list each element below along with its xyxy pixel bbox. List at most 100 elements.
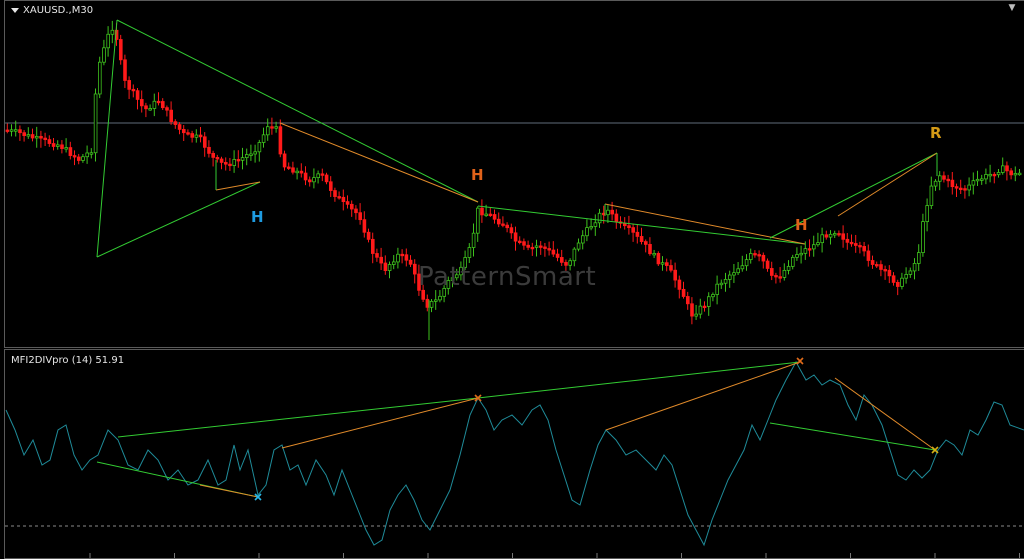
divergence-line	[281, 397, 479, 449]
bear-candle	[866, 250, 871, 261]
bear-candle	[522, 241, 526, 246]
bear-candle	[383, 262, 388, 271]
bull-candle	[89, 152, 94, 155]
bull-candle	[253, 151, 258, 155]
bear-candle	[644, 241, 648, 245]
bull-candle	[585, 227, 589, 237]
bear-candle	[505, 224, 509, 229]
bear-candle	[144, 105, 148, 110]
bear-candle	[875, 264, 879, 267]
bear-candle	[354, 208, 358, 214]
bear-candle	[665, 262, 669, 266]
bear-candle	[753, 253, 757, 256]
bull-candle	[698, 305, 703, 315]
bear-candle	[51, 143, 56, 147]
bear-candle	[942, 175, 946, 180]
bear-candle	[627, 225, 631, 229]
bull-candle	[261, 134, 266, 143]
bull-candle	[240, 157, 245, 161]
bear-candle	[765, 260, 770, 269]
bear-candle	[946, 178, 950, 182]
bear-candle	[291, 167, 295, 173]
bear-candle	[379, 256, 383, 264]
bear-candle	[686, 296, 690, 305]
bear-candle	[324, 174, 329, 183]
bull-candle	[106, 33, 111, 49]
bear-candle	[425, 298, 430, 308]
bear-candle	[219, 158, 224, 163]
bear-candle	[345, 201, 350, 205]
chart-window: XAUUSD.,M30 MFI2DIVpro (14) 51.91 Patter…	[0, 0, 1024, 559]
bear-candle	[959, 187, 963, 191]
bull-candle	[988, 173, 992, 177]
bear-candle	[518, 240, 522, 244]
divergence-line	[477, 361, 801, 399]
bear-candle	[778, 276, 782, 279]
bull-candle	[728, 274, 732, 280]
bull-candle	[467, 247, 472, 258]
bear-candle	[286, 166, 291, 169]
bear-candle	[896, 282, 900, 287]
bull-candle	[581, 235, 585, 244]
bear-candle	[165, 107, 169, 111]
bull-candle	[471, 232, 476, 248]
bull-candle	[56, 144, 60, 147]
bear-candle	[408, 259, 413, 265]
bull-candle	[996, 172, 1001, 176]
bull-candle	[803, 248, 808, 254]
divergence-line	[199, 484, 259, 498]
bear-candle	[480, 207, 484, 216]
bear-candle	[858, 245, 862, 248]
bull-candle	[152, 100, 157, 109]
bull-candle	[971, 180, 976, 186]
bull-candle	[9, 129, 14, 132]
bull-candle	[904, 274, 908, 279]
bull-candle	[244, 154, 249, 159]
bull-candle	[265, 126, 270, 136]
bull-candle	[593, 222, 598, 227]
bear-candle	[488, 213, 493, 216]
pattern-label-h2: H	[471, 166, 484, 184]
bear-candle	[950, 179, 955, 188]
bear-candle	[198, 134, 203, 138]
bear-candle	[824, 234, 829, 238]
bear-candle	[669, 265, 673, 271]
divergence-line	[117, 397, 479, 438]
bull-candle	[799, 252, 803, 256]
bear-candle	[68, 147, 73, 156]
bull-candle	[812, 244, 816, 250]
bear-candle	[891, 275, 896, 283]
bull-candle	[786, 265, 791, 271]
bull-candle	[736, 268, 740, 274]
bull-candle	[791, 256, 795, 267]
bear-candle	[954, 186, 959, 189]
bear-candle	[366, 231, 371, 240]
bear-candle	[123, 59, 127, 81]
bear-candle	[43, 137, 47, 141]
bear-candle	[299, 170, 304, 174]
bear-candle	[635, 231, 640, 237]
bear-candle	[60, 144, 64, 149]
bear-candle	[837, 233, 841, 236]
bear-candle	[513, 232, 518, 242]
bull-candle	[597, 212, 602, 224]
bull-candle	[64, 147, 69, 150]
pattern-label-h1: H	[251, 208, 264, 226]
bear-candle	[492, 214, 497, 220]
bull-candle	[98, 61, 102, 95]
pattern-label-h3: H	[795, 216, 808, 234]
bear-candle	[39, 135, 43, 139]
bear-candle	[282, 153, 287, 168]
bull-candle	[484, 213, 488, 216]
bull-candle	[1001, 165, 1005, 173]
bear-candle	[841, 233, 845, 240]
bear-candle	[135, 90, 140, 100]
bull-candle	[110, 29, 115, 35]
divergence-line	[605, 361, 801, 431]
bear-candle	[77, 156, 81, 161]
bear-candle	[30, 134, 35, 139]
bear-candle	[887, 269, 892, 277]
pattern-label-r: R	[930, 124, 942, 142]
bear-candle	[173, 121, 178, 125]
bull-candle	[534, 245, 539, 248]
